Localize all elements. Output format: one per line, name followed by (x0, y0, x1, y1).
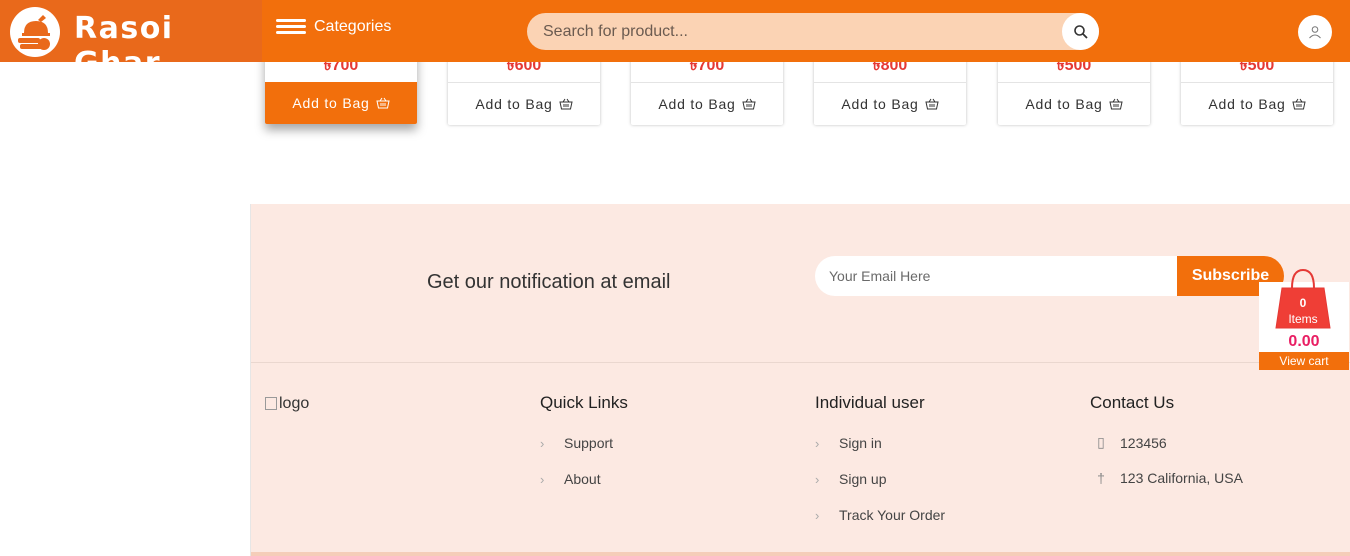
footer-link-label: Sign up (839, 471, 887, 487)
add-to-bag-button[interactable]: Add to Bag (631, 82, 783, 125)
footer-link-track-order[interactable]: › Track Your Order (815, 497, 945, 533)
cart-total: 0.00 (1288, 333, 1320, 350)
quick-links-column: Quick Links › Support › About (540, 393, 628, 497)
basket-icon (559, 98, 573, 110)
add-to-bag-label: Add to Bag (841, 96, 919, 112)
chef-logo-icon (18, 15, 50, 50)
footer: logo Quick Links › Support › About Indiv… (251, 363, 1350, 556)
add-to-bag-label: Add to Bag (475, 96, 553, 112)
basket-icon (925, 98, 939, 110)
footer-link-sign-in[interactable]: › Sign in (815, 425, 945, 461)
quick-links-title: Quick Links (540, 393, 628, 412)
cart-count: 0 (1299, 296, 1307, 310)
search-input[interactable] (527, 13, 1043, 50)
email-field[interactable] (815, 256, 1191, 296)
chevron-right-icon: › (815, 435, 820, 451)
footer-link-label: Support (564, 435, 614, 451)
contact-title: Contact Us (1090, 393, 1175, 412)
search-bar (527, 13, 1099, 50)
footer-link-about[interactable]: › About (540, 461, 628, 497)
user-account-button[interactable] (1298, 15, 1332, 49)
footer-bottom-strip (251, 552, 1350, 556)
contact-phone-value: 123456 (1120, 434, 1167, 451)
chevron-right-icon: › (540, 435, 545, 451)
broken-image-icon (265, 397, 277, 410)
basket-icon (742, 98, 756, 110)
brand-name: Rasoi Ghar (74, 11, 174, 81)
add-to-bag-button[interactable]: Add to Bag (265, 82, 417, 124)
floating-cart[interactable]: 0 Items 0.00 View cart (1259, 266, 1349, 370)
search-icon (1073, 24, 1088, 39)
add-to-bag-button[interactable]: Add to Bag (998, 82, 1150, 125)
footer-link-label: Track Your Order (839, 507, 946, 523)
footer-link-sign-up[interactable]: › Sign up (815, 461, 945, 497)
chevron-right-icon: › (540, 471, 545, 487)
left-sidebar (0, 0, 251, 556)
footer-logo-alt: logo (279, 395, 310, 412)
footer-link-label: Sign in (839, 435, 882, 451)
location-pin-icon: † (1097, 469, 1105, 486)
categories-label: Categories (314, 18, 392, 35)
hamburger-icon (276, 18, 306, 36)
add-to-bag-button[interactable]: Add to Bag (814, 82, 966, 125)
brand-logo (10, 7, 60, 57)
add-to-bag-label: Add to Bag (292, 95, 370, 111)
add-to-bag-button[interactable]: Add to Bag (1181, 82, 1333, 125)
add-to-bag-label: Add to Bag (1208, 96, 1286, 112)
categories-menu-button[interactable]: Categories (276, 18, 391, 36)
contact-phone: ▯ 123456 (1090, 425, 1243, 460)
basket-icon (376, 97, 390, 109)
search-button[interactable] (1062, 13, 1099, 50)
add-to-bag-label: Add to Bag (658, 96, 736, 112)
view-cart-button[interactable]: View cart (1259, 352, 1349, 370)
basket-icon (1292, 98, 1306, 110)
individual-user-column: Individual user › Sign in › Sign up › Tr… (815, 393, 945, 533)
chevron-right-icon: › (815, 471, 820, 487)
top-header: Rasoi Ghar Categories (0, 0, 1350, 81)
basket-icon (1109, 98, 1123, 110)
contact-address-value: 123 California, USA (1120, 469, 1243, 486)
footer-link-label: About (564, 471, 601, 487)
footer-logo: logo (265, 395, 309, 413)
add-to-bag-label: Add to Bag (1025, 96, 1103, 112)
contact-address: † 123 California, USA (1090, 460, 1243, 495)
individual-user-title: Individual user (815, 393, 925, 412)
user-icon (1309, 26, 1321, 39)
contact-column: Contact Us ▯ 123456 † 123 California, US… (1090, 393, 1243, 495)
footer-link-support[interactable]: › Support (540, 425, 628, 461)
newsletter-section: Get our notification at email Subscribe (251, 204, 1350, 363)
chevron-right-icon: › (815, 507, 820, 523)
add-to-bag-button[interactable]: Add to Bag (448, 82, 600, 125)
brand-area[interactable]: Rasoi Ghar (0, 0, 262, 81)
cart-items-label: Items (1288, 312, 1318, 326)
newsletter-title: Get our notification at email (427, 271, 671, 293)
phone-icon: ▯ (1097, 434, 1105, 450)
